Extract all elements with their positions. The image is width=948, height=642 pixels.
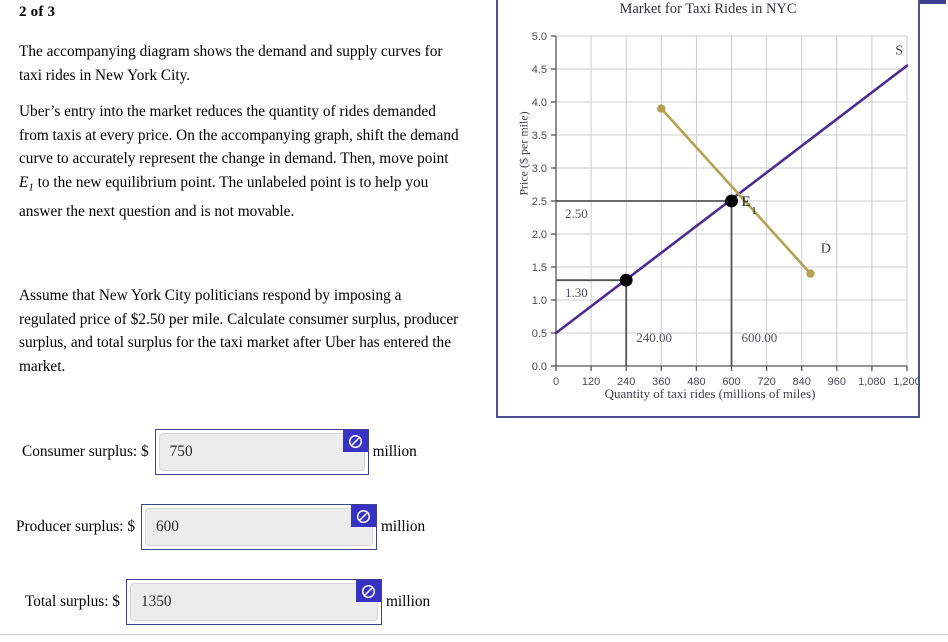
svg-text:2.0: 2.0 (532, 229, 547, 241)
question-paragraph-3: Assume that New York City politicians re… (19, 287, 459, 375)
svg-text:3.5: 3.5 (532, 130, 547, 142)
svg-text:3.0: 3.0 (532, 163, 547, 175)
svg-text:240.00: 240.00 (636, 330, 672, 345)
svg-text:960: 960 (828, 376, 846, 388)
total-surplus-input-wrapper[interactable]: 1350 (125, 579, 382, 625)
svg-text:4.0: 4.0 (532, 97, 547, 109)
total-surplus-row: Total surplus: $ 1350 million (25, 578, 430, 626)
svg-text:0.0: 0.0 (532, 361, 547, 373)
consumer-surplus-input[interactable]: 750 (158, 433, 365, 471)
consumer-surplus-label: Consumer surplus: $ (22, 443, 149, 460)
market-chart[interactable]: 0.0 0.5 1.0 1.5 2.0 2.5 3.0 3.5 4.0 4.5 5.0 0 120 240… (498, 0, 918, 416)
svg-text:600.00: 600.00 (742, 330, 778, 345)
total-surplus-input[interactable]: 1350 (129, 583, 378, 621)
svg-text:0: 0 (553, 376, 559, 388)
no-entry-icon (342, 430, 368, 452)
svg-text:S: S (895, 43, 903, 58)
producer-surplus-unit: million (380, 518, 426, 535)
svg-text:120: 120 (582, 376, 600, 388)
consumer-surplus-row: Consumer surplus: $ 750 million (22, 428, 417, 476)
consumer-surplus-unit: million (372, 443, 417, 460)
svg-text:4.5: 4.5 (532, 64, 547, 76)
question-paragraph-1: The accompanying diagram shows the deman… (19, 43, 443, 84)
svg-text:480: 480 (687, 376, 705, 388)
page-bottom-divider (0, 634, 948, 635)
svg-text:720: 720 (757, 376, 775, 388)
svg-text:360: 360 (652, 376, 670, 388)
svg-text:1,080: 1,080 (858, 376, 886, 388)
no-entry-icon (355, 580, 381, 602)
svg-text:D: D (821, 241, 831, 256)
producer-surplus-row: Producer surplus: $ 600 million (16, 503, 425, 551)
total-surplus-label: Total surplus: $ (25, 593, 120, 610)
svg-text:1.30: 1.30 (565, 285, 588, 300)
svg-text:840: 840 (793, 376, 811, 388)
consumer-surplus-input-wrapper[interactable]: 750 (154, 429, 369, 475)
page-counter: 2 of 3 (19, 4, 56, 20)
svg-text:600: 600 (722, 376, 740, 388)
producer-surplus-input[interactable]: 600 (144, 508, 373, 546)
chart-title: Market for Taxi Rides in NYC (619, 1, 797, 17)
no-entry-icon (350, 505, 376, 527)
svg-text:2.50: 2.50 (565, 206, 588, 221)
equilibrium-point-symbol: E (19, 173, 29, 191)
svg-text:1.5: 1.5 (532, 262, 547, 274)
producer-surplus-label: Producer surplus: $ (16, 518, 135, 535)
question-paragraph-2-part-b: to the new equilibrium point. The unlabe… (19, 173, 429, 220)
svg-text:1: 1 (752, 206, 757, 217)
svg-text:240: 240 (617, 376, 635, 388)
svg-text:2.5: 2.5 (532, 196, 547, 208)
svg-text:1,200: 1,200 (893, 376, 918, 388)
question-pane: 2 of 3 The accompanying diagram shows th… (0, 0, 480, 642)
svg-text:0.5: 0.5 (532, 328, 547, 340)
question-paragraph-2-part-a: Uber’s entry into the market reduces the… (19, 103, 459, 167)
svg-text:5.0: 5.0 (532, 31, 547, 43)
question-paragraph-2: Uber’s entry into the market reduces the… (19, 100, 461, 223)
svg-text:E: E (742, 194, 751, 210)
total-surplus-unit: million (385, 593, 431, 610)
producer-surplus-input-wrapper[interactable]: 600 (140, 504, 377, 550)
graph-panel[interactable]: Price ($ per mile) Quantity of taxi ride… (496, 0, 920, 418)
svg-text:1.0: 1.0 (532, 295, 547, 307)
